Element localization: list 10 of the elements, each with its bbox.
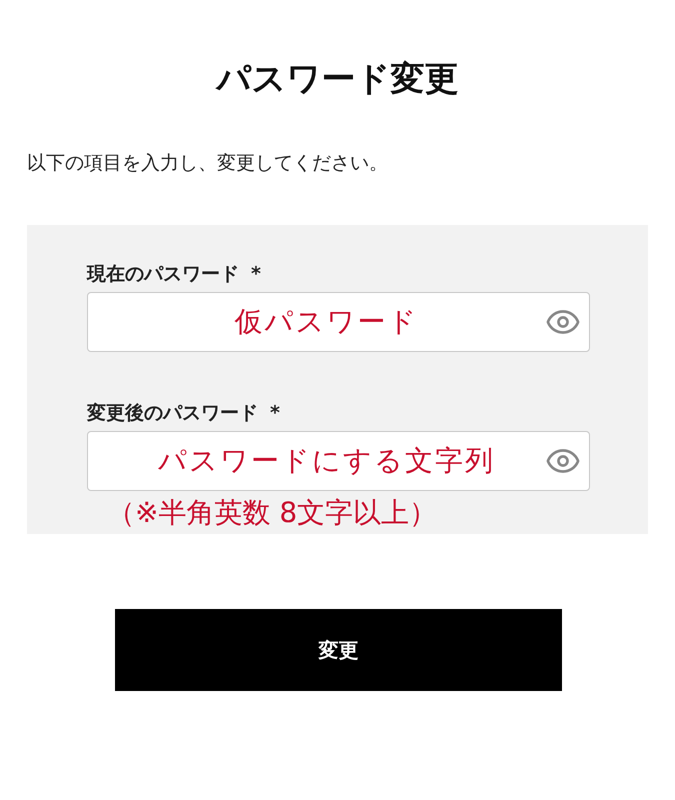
change-button[interactable]: 変更 [115, 609, 562, 691]
password-field[interactable]: パスワードにする文字列 [87, 431, 590, 491]
password-field[interactable]: 仮パスワード [87, 292, 590, 352]
password-requirement-note: （※半角英数 8文字以上） [107, 499, 438, 527]
required-mark: * [251, 265, 261, 284]
page-title: パスワード変更 [216, 62, 458, 96]
field-label: 現在のパスワード [87, 265, 239, 284]
required-mark: * [270, 404, 280, 423]
instruction-text: 以下の項目を入力し、変更してください。 [27, 154, 388, 173]
field-label: 変更後のパスワード [87, 404, 258, 423]
